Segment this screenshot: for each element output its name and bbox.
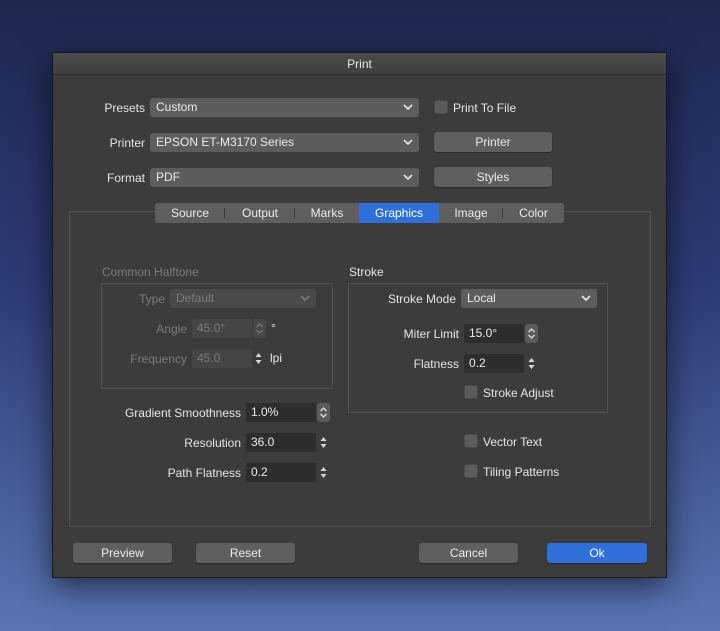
tab-bar: Source Output Marks Graphics Image Color xyxy=(155,203,564,223)
chevron-down-icon xyxy=(403,104,413,111)
halftone-angle-field[interactable]: 45.0° xyxy=(192,319,252,338)
tab-output[interactable]: Output xyxy=(225,203,295,223)
tab-source[interactable]: Source xyxy=(155,203,225,223)
resolution-field[interactable]: 36.0 xyxy=(246,433,316,452)
halftone-frequency-stepper[interactable] xyxy=(253,349,264,368)
cancel-button[interactable]: Cancel xyxy=(419,543,518,563)
flatness-stepper[interactable] xyxy=(526,354,537,373)
printer-select[interactable]: EPSON ET-M3170 Series xyxy=(150,133,419,152)
gradient-smoothness-field[interactable]: 1.0% xyxy=(246,403,316,422)
path-flatness-label: Path Flatness xyxy=(167,466,241,480)
stepper-arrows-icon xyxy=(320,407,327,418)
reset-button[interactable]: Reset xyxy=(196,543,295,563)
halftone-title: Common Halftone xyxy=(102,265,199,279)
vector-text-label: Vector Text xyxy=(483,435,543,449)
stepper-arrows-icon xyxy=(256,323,263,334)
halftone-frequency-field[interactable]: 45.0 xyxy=(192,349,252,368)
window-title: Print xyxy=(53,53,666,75)
path-flatness-field[interactable]: 0.2 xyxy=(246,463,316,482)
gradient-smoothness-stepper[interactable] xyxy=(317,403,330,422)
path-flatness-stepper[interactable] xyxy=(318,463,329,482)
stroke-adjust-label: Stroke Adjust xyxy=(483,386,554,400)
vector-text-checkbox[interactable] xyxy=(464,434,478,448)
stepper-triangles-icon xyxy=(320,437,327,448)
halftone-type-value: Default xyxy=(176,291,215,305)
print-to-file-label: Print To File xyxy=(453,101,517,115)
chevron-down-icon xyxy=(300,295,310,302)
preview-button[interactable]: Preview xyxy=(73,543,172,563)
stroke-mode-select[interactable]: Local xyxy=(461,289,597,308)
tiling-patterns-label: Tiling Patterns xyxy=(483,465,560,479)
miter-limit-label: Miter Limit xyxy=(403,327,459,341)
gradient-smoothness-label: Gradient Smoothness xyxy=(124,406,241,420)
halftone-angle-unit: ° xyxy=(271,321,276,335)
chevron-down-icon xyxy=(581,295,591,302)
miter-limit-stepper[interactable] xyxy=(525,324,538,343)
halftone-frequency-label: Frequency xyxy=(130,352,187,366)
stepper-triangles-icon xyxy=(320,467,327,478)
halftone-frequency-unit: lpi xyxy=(270,351,283,365)
miter-limit-field[interactable]: 15.0° xyxy=(464,324,524,343)
stepper-arrows-icon xyxy=(528,328,535,339)
ok-button[interactable]: Ok xyxy=(547,543,647,563)
flatness-field[interactable]: 0.2 xyxy=(464,354,524,373)
halftone-type-label: Type xyxy=(138,292,165,306)
resolution-label: Resolution xyxy=(184,436,241,450)
presets-value: Custom xyxy=(156,100,198,114)
chevron-down-icon xyxy=(403,139,413,146)
tab-image[interactable]: Image xyxy=(439,203,503,223)
stroke-title: Stroke xyxy=(349,265,384,279)
print-to-file-checkbox[interactable] xyxy=(434,100,448,114)
halftone-type-select[interactable]: Default xyxy=(170,289,316,308)
styles-button[interactable]: Styles xyxy=(434,167,552,187)
chevron-down-icon xyxy=(403,174,413,181)
tiling-patterns-checkbox[interactable] xyxy=(464,464,478,478)
flatness-label: Flatness xyxy=(413,357,459,371)
resolution-stepper[interactable] xyxy=(318,433,329,452)
format-select[interactable]: PDF xyxy=(150,168,419,187)
tab-marks[interactable]: Marks xyxy=(295,203,359,223)
tab-color[interactable]: Color xyxy=(503,203,564,223)
stepper-triangles-icon xyxy=(255,353,262,364)
stepper-triangles-icon xyxy=(528,358,535,369)
halftone-angle-stepper[interactable] xyxy=(253,319,266,338)
printer-value: EPSON ET-M3170 Series xyxy=(156,135,295,149)
tab-graphics[interactable]: Graphics xyxy=(359,203,439,223)
presets-select[interactable]: Custom xyxy=(150,98,419,117)
print-dialog: Print Presets Custom Print To File Print… xyxy=(52,52,667,578)
format-value: PDF xyxy=(156,170,180,184)
printer-button[interactable]: Printer xyxy=(434,132,552,152)
stroke-mode-label: Stroke Mode xyxy=(387,292,456,306)
printer-label: Printer xyxy=(109,136,145,150)
halftone-angle-label: Angle xyxy=(156,322,187,336)
presets-label: Presets xyxy=(104,101,145,115)
stroke-adjust-checkbox[interactable] xyxy=(464,385,478,399)
stroke-mode-value: Local xyxy=(467,291,496,305)
format-label: Format xyxy=(106,171,145,185)
